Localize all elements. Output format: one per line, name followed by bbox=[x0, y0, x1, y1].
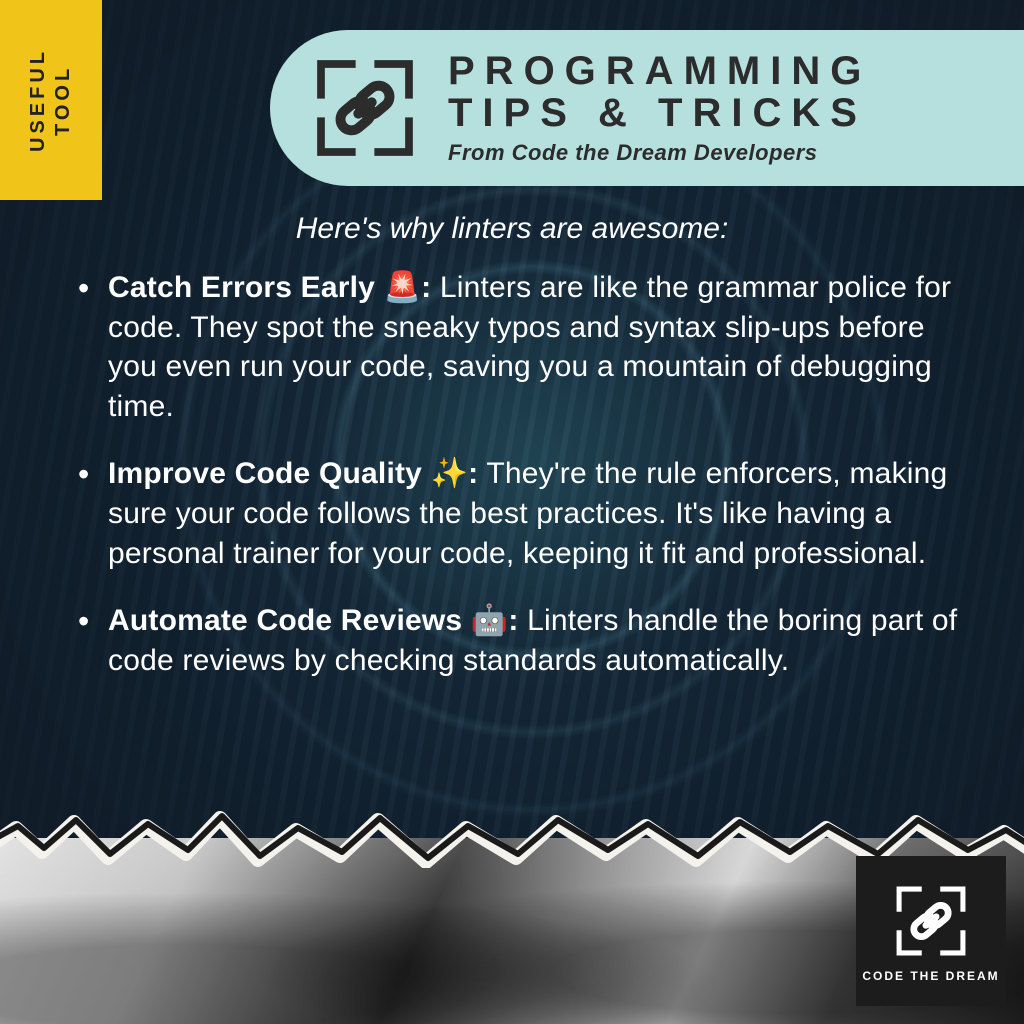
bullet-lead: Catch Errors Early 🚨: bbox=[108, 271, 431, 304]
header-title: PROGRAMMINGTIPS & TRICKS bbox=[448, 50, 871, 134]
brand-link-icon bbox=[889, 879, 973, 963]
list-item: Improve Code Quality ✨: They're the rule… bbox=[72, 454, 976, 573]
intro-text: Here's why linters are awesome: bbox=[0, 212, 1024, 246]
header-subtitle: From Code the Dream Developers bbox=[448, 140, 871, 166]
link-icon bbox=[310, 53, 420, 163]
bullet-list: Catch Errors Early 🚨: Linters are like t… bbox=[72, 268, 976, 708]
list-item: Catch Errors Early 🚨: Linters are like t… bbox=[72, 268, 976, 426]
bullet-lead: Improve Code Quality ✨: bbox=[108, 457, 478, 490]
list-item: Automate Code Reviews 🤖: Linters handle … bbox=[72, 601, 976, 680]
brand-badge: CODE THE DREAM bbox=[856, 856, 1006, 1006]
category-tag-text: USEFULTOOL bbox=[26, 48, 76, 152]
brand-name: CODE THE DREAM bbox=[862, 969, 999, 983]
bullet-lead: Automate Code Reviews 🤖: bbox=[108, 604, 519, 637]
category-tag: USEFULTOOL bbox=[0, 0, 102, 200]
header-banner: PROGRAMMINGTIPS & TRICKS From Code the D… bbox=[270, 30, 1024, 186]
